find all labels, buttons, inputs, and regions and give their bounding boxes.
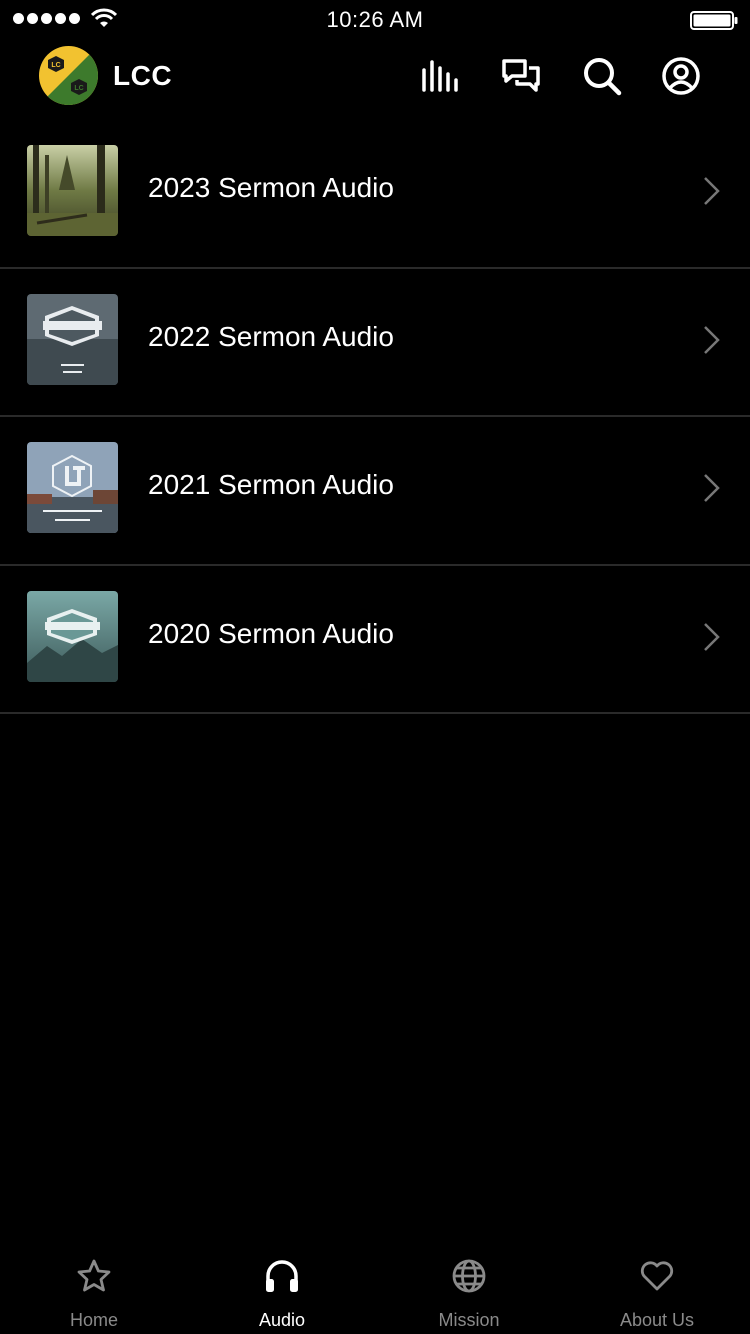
list-item-title: 2020 Sermon Audio — [148, 617, 394, 649]
app-header: LC LC LCC — [0, 40, 750, 120]
chevron-right-icon — [704, 325, 720, 354]
search-icon[interactable] — [582, 56, 622, 96]
tab-audio[interactable]: Audio — [188, 1240, 376, 1334]
sermon-audio-list: 2023 Sermon Audio 2022 Sermon Audio 2021… — [0, 120, 750, 714]
church-logo[interactable]: LC LC — [39, 46, 98, 105]
app-title: LCC — [113, 60, 173, 91]
list-item[interactable]: 2022 Sermon Audio — [0, 269, 750, 417]
tab-label: Mission — [438, 1310, 500, 1330]
status-bar: 10:26 AM — [0, 0, 750, 40]
list-item[interactable]: 2020 Sermon Audio — [0, 566, 750, 714]
globe-icon — [452, 1259, 486, 1293]
tab-about-us[interactable]: About Us — [563, 1240, 750, 1334]
equalizer-icon[interactable] — [421, 56, 461, 96]
chevron-right-icon — [704, 622, 720, 651]
battery-icon — [690, 11, 738, 30]
star-icon — [77, 1259, 111, 1292]
chevron-right-icon — [704, 474, 720, 502]
list-item[interactable]: 2023 Sermon Audio — [0, 120, 750, 269]
heart-icon — [640, 1261, 674, 1291]
tab-bar: Home Audio Mission About Us — [0, 1240, 750, 1334]
chat-icon[interactable] — [501, 56, 541, 96]
tab-label: Audio — [258, 1310, 306, 1330]
list-item[interactable]: 2021 Sermon Audio — [0, 417, 750, 566]
status-time: 10:26 AM — [326, 7, 424, 32]
account-icon[interactable] — [661, 56, 701, 96]
chevron-right-icon — [704, 177, 720, 205]
list-item-title: 2022 Sermon Audio — [148, 320, 394, 352]
tab-home[interactable]: Home — [0, 1240, 188, 1334]
forest-thumbnail — [27, 145, 118, 236]
lumber-city-winter-thumbnail — [27, 293, 118, 385]
svg-text:LC: LC — [51, 62, 60, 69]
tab-label: Home — [69, 1310, 118, 1330]
svg-text:LC: LC — [74, 85, 83, 92]
lumber-city-town-thumbnail — [27, 442, 118, 533]
tab-label: About Us — [619, 1310, 695, 1330]
lumber-city-mountains-thumbnail — [27, 590, 118, 682]
list-item-title: 2023 Sermon Audio — [148, 172, 394, 203]
headphones-icon — [266, 1260, 298, 1292]
tab-mission[interactable]: Mission — [375, 1240, 563, 1334]
list-item-title: 2021 Sermon Audio — [148, 469, 394, 500]
